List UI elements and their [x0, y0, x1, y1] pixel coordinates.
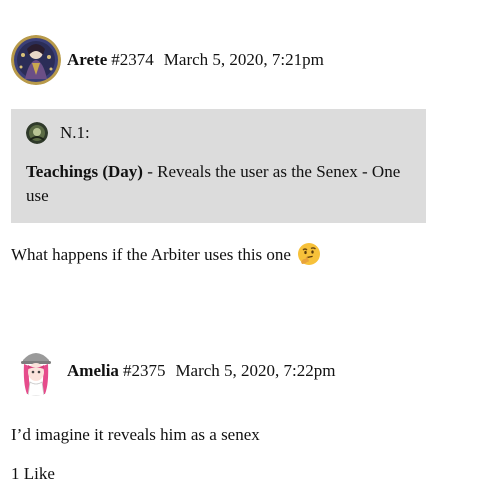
post-2374: Arete #2374 March 5, 2020, 7:21pm [11, 35, 491, 85]
post-body-text: I’d imagine it reveals him as a senex [11, 425, 260, 444]
post-body: I’d imagine it reveals him as a senex [11, 425, 260, 445]
thinking-face-icon [298, 243, 321, 265]
post-number: #2374 [111, 50, 154, 69]
like-count[interactable]: 1 Like [11, 464, 55, 484]
avatar-n1-icon [26, 122, 48, 144]
post-body: What happens if the Arbiter uses this on… [11, 242, 321, 266]
like-count-text: 1 Like [11, 464, 55, 483]
quote-author: N.1: [60, 123, 90, 142]
avatar-amelia-icon [11, 346, 61, 396]
post-number: #2375 [122, 361, 166, 380]
post-header: Amelia #2375 March 5, 2020, 7:22pm [11, 346, 491, 396]
quote-avatar[interactable] [26, 122, 48, 144]
username[interactable]: Arete [67, 50, 107, 70]
avatar-arete-icon [11, 35, 61, 85]
post-date[interactable]: March 5, 2020, 7:21pm [164, 50, 324, 70]
post-body-text: What happens if the Arbiter uses this on… [11, 245, 291, 264]
post-date[interactable]: March 5, 2020, 7:22pm [175, 361, 335, 381]
username[interactable]: Amelia [67, 361, 119, 381]
quote-title: Teachings (Day) [26, 162, 143, 181]
avatar[interactable] [11, 346, 61, 396]
post-2375: Amelia #2375 March 5, 2020, 7:22pm [11, 346, 491, 396]
post-header: Arete #2374 March 5, 2020, 7:21pm [11, 35, 491, 85]
quote-header: N.1: [26, 122, 90, 144]
quote-block: N.1: Teachings (Day) - Reveals the user … [11, 109, 426, 223]
quote-text: Teachings (Day) - Reveals the user as th… [26, 160, 416, 208]
avatar[interactable] [11, 35, 61, 85]
